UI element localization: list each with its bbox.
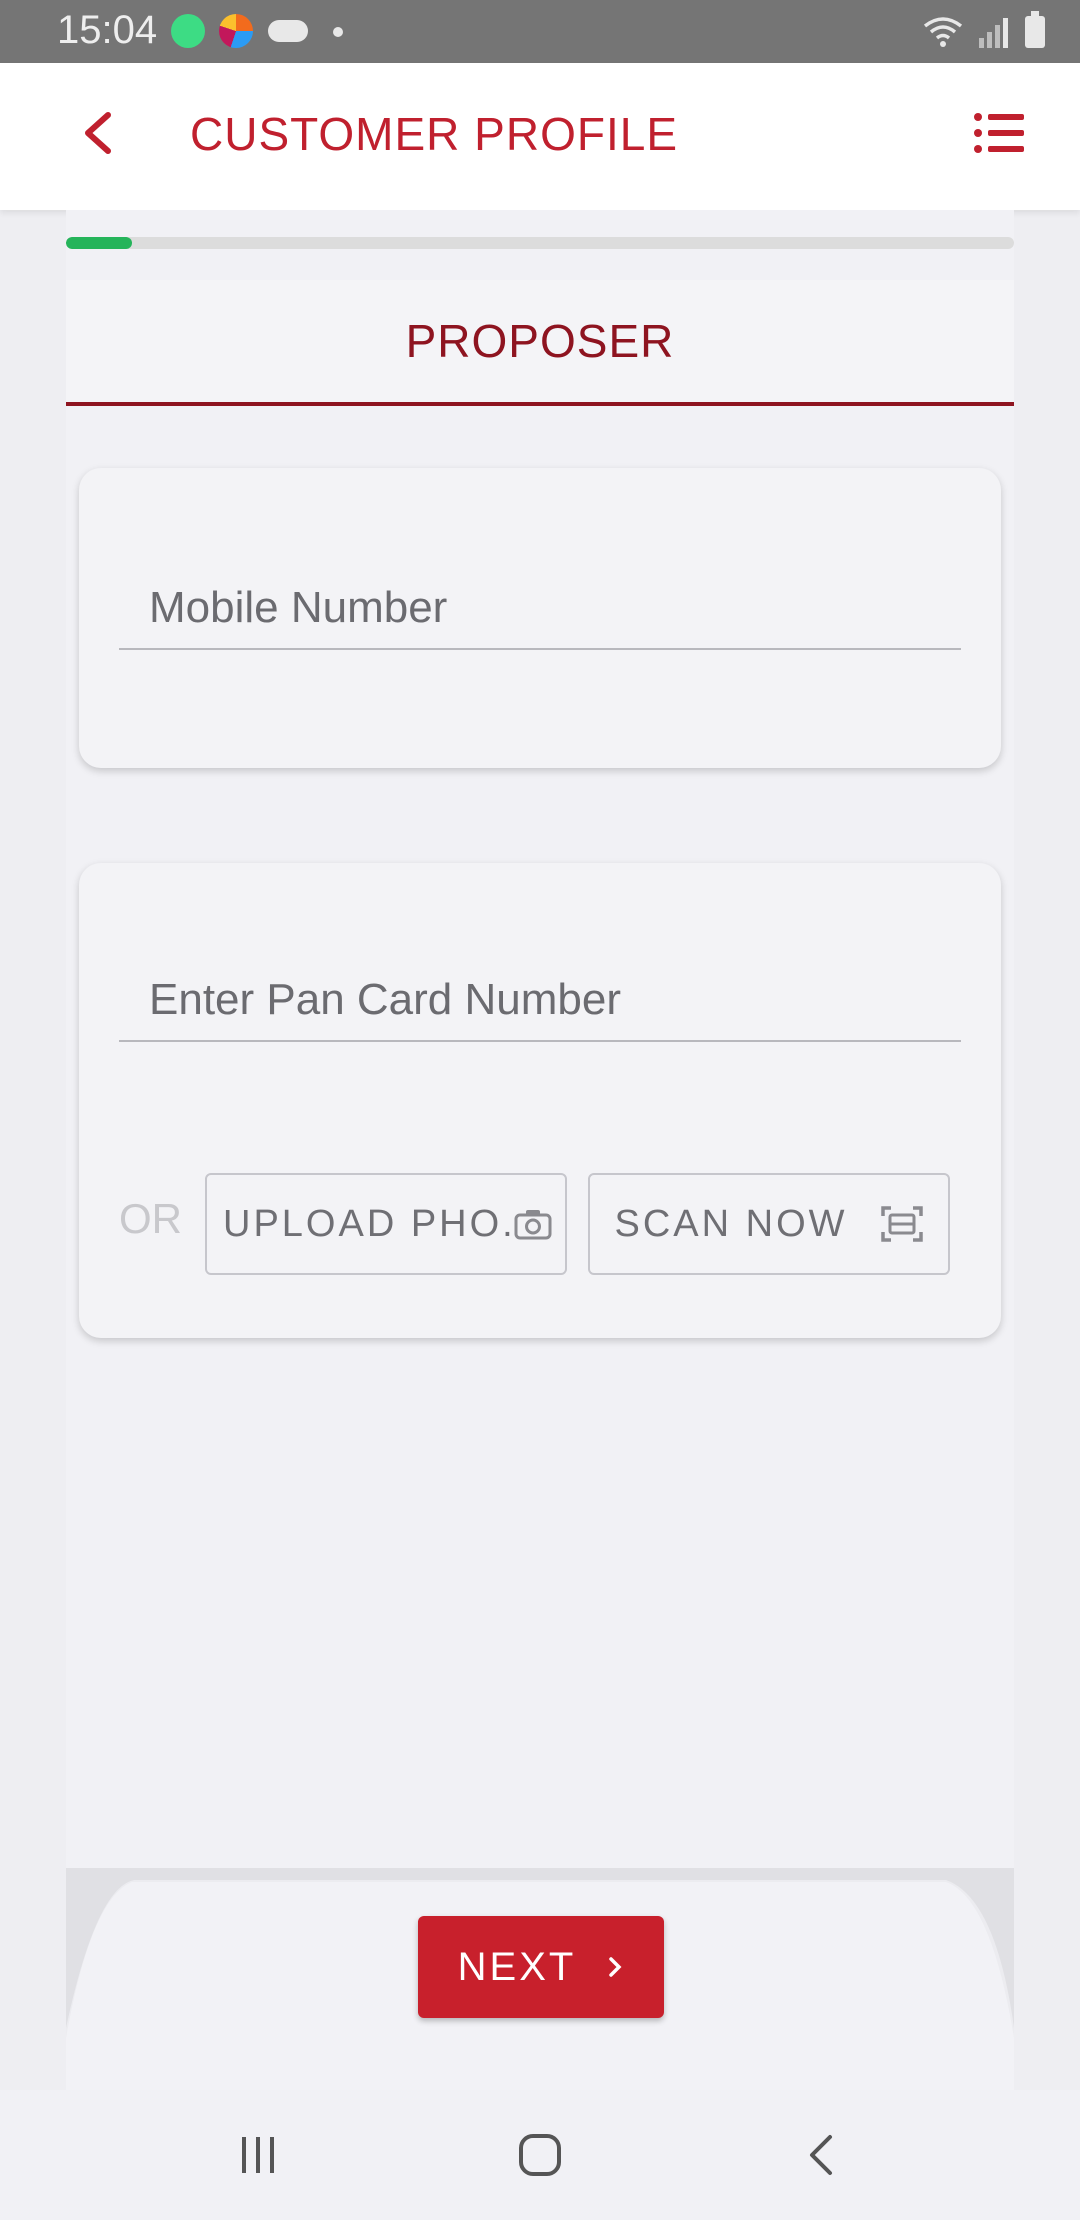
- mobile-number-input[interactable]: [119, 568, 961, 648]
- progress-fill: [66, 237, 133, 249]
- tab-proposer[interactable]: PROPOSER: [66, 280, 1014, 406]
- page-title: CUSTOMER PROFILE: [190, 108, 678, 160]
- pan-number-input[interactable]: [119, 960, 961, 1040]
- upload-photo-button[interactable]: UPLOAD PHO...: [205, 1173, 567, 1275]
- tab-label: PROPOSER: [405, 315, 675, 367]
- scan-now-label: SCAN NOW: [614, 1202, 848, 1245]
- main-content: PROPOSER OR UPLOAD PHO... SCAN NOW: [66, 210, 1014, 2090]
- menu-list-icon: [974, 113, 1024, 153]
- notification-dot-icon: [333, 27, 343, 37]
- nav-back-icon: [810, 2135, 832, 2175]
- next-label: NEXT: [457, 1944, 577, 1989]
- scan-now-button[interactable]: SCAN NOW: [588, 1173, 950, 1275]
- edge-browser-icon: [219, 14, 253, 48]
- next-button[interactable]: NEXT: [418, 1916, 664, 2018]
- menu-button[interactable]: [970, 103, 1030, 163]
- pan-card-card: OR UPLOAD PHO... SCAN NOW: [79, 863, 1001, 1338]
- back-button[interactable]: [70, 103, 130, 163]
- wifi-icon: [923, 17, 963, 47]
- status-time: 15:04: [57, 8, 158, 52]
- battery-icon: [1025, 11, 1045, 48]
- cloud-icon: [268, 20, 308, 42]
- progress-bar: [66, 237, 1014, 249]
- scan-icon: [880, 1206, 923, 1242]
- nav-back-button[interactable]: [792, 2125, 852, 2185]
- pan-number-field-wrapper: [119, 960, 961, 1042]
- camera-icon: [514, 1210, 552, 1240]
- home-icon: [519, 2134, 561, 2176]
- mobile-number-card: [79, 468, 1001, 768]
- back-icon: [85, 112, 111, 154]
- signal-icon: [979, 18, 1008, 48]
- android-icon: [171, 14, 205, 48]
- mobile-number-field-wrapper: [119, 568, 961, 650]
- status-bar: 15:04: [0, 0, 1080, 63]
- recents-icon: [242, 2137, 274, 2173]
- chevron-right-icon: [609, 1957, 622, 1977]
- upload-photo-label: UPLOAD PHO...: [223, 1202, 513, 1245]
- or-label: OR: [119, 1195, 182, 1242]
- system-nav-bar: [0, 2090, 1080, 2220]
- status-indicators: [923, 10, 1045, 54]
- home-button[interactable]: [510, 2125, 570, 2185]
- recents-button[interactable]: [228, 2125, 288, 2185]
- app-bar: CUSTOMER PROFILE: [0, 63, 1080, 210]
